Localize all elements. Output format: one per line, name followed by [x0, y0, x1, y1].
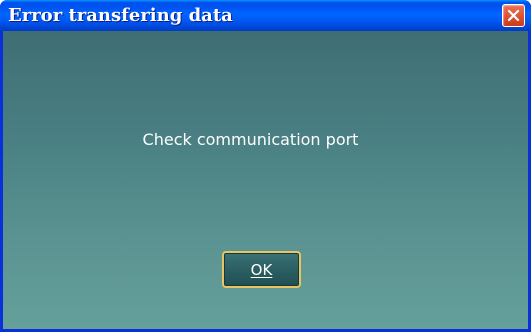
error-dialog: Error transfering data Check communicati…: [0, 0, 531, 332]
close-button[interactable]: [502, 4, 525, 27]
title-bar[interactable]: Error transfering data: [0, 0, 531, 31]
error-message: Check communication port: [142, 130, 359, 149]
dialog-body: Check communication port OK: [3, 31, 528, 329]
close-icon: [507, 9, 520, 22]
window-title: Error transfering data: [8, 5, 233, 26]
ok-button[interactable]: OK: [222, 251, 301, 288]
ok-button-label: OK: [250, 260, 273, 279]
